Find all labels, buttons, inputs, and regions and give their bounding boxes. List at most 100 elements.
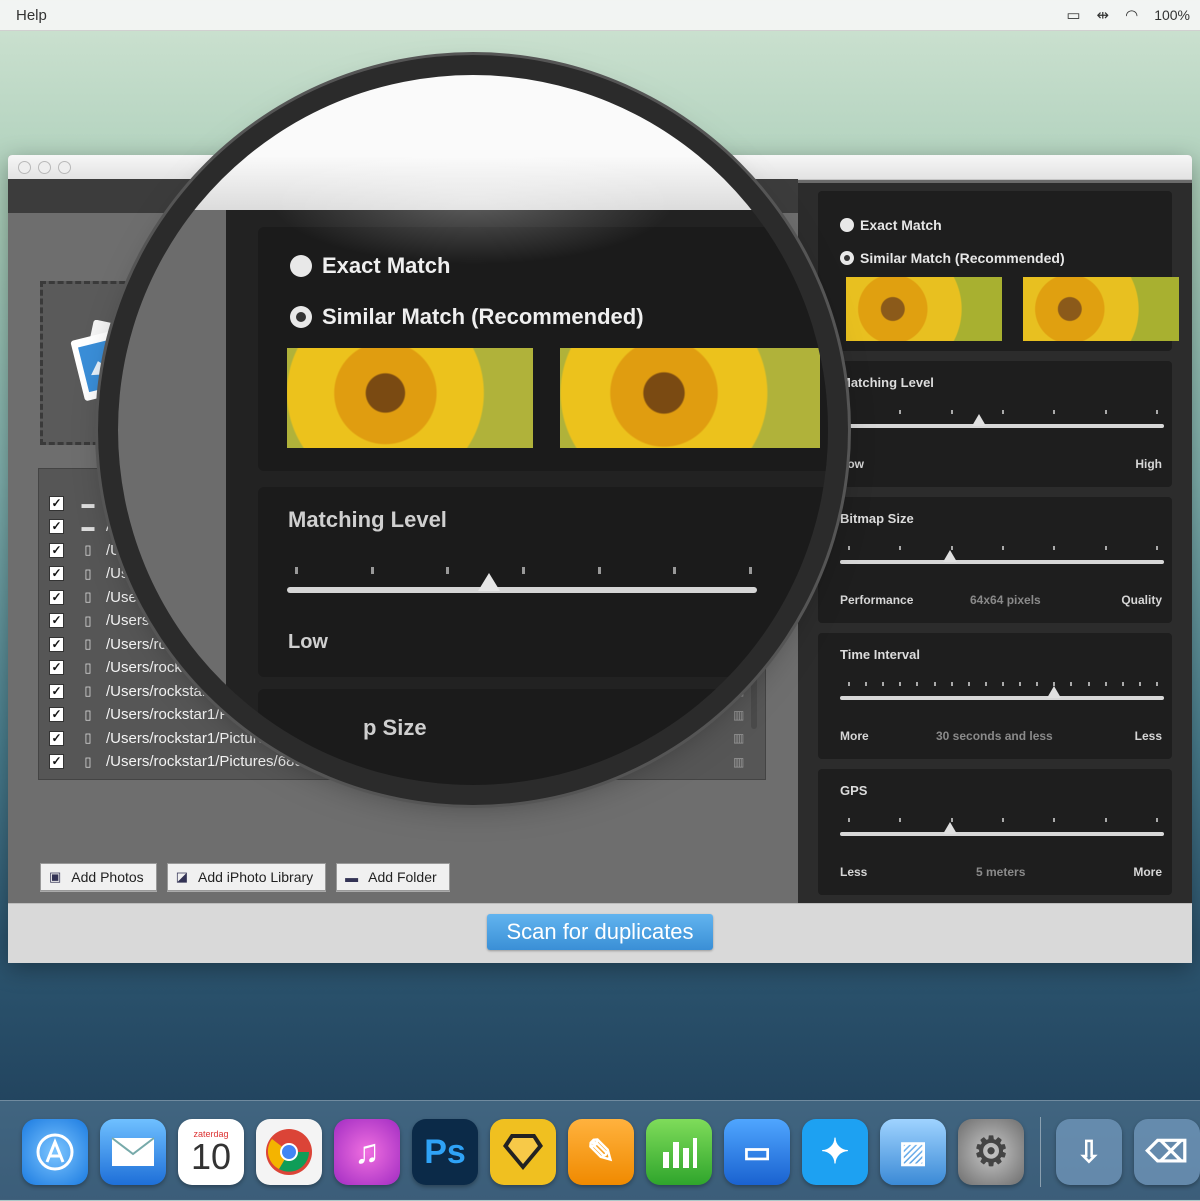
slider-tick bbox=[1053, 410, 1056, 414]
slider-tick bbox=[1053, 546, 1056, 550]
zoom-window-button[interactable] bbox=[58, 161, 71, 174]
row-checkbox[interactable]: ✓ bbox=[49, 495, 64, 511]
trash-icon[interactable]: ⌫ bbox=[1134, 1119, 1200, 1185]
exact-match-label: Exact Match bbox=[860, 217, 942, 233]
dock: zaterdag 10 ♫ Ps ✎ ▭ ✦ ▨ ⚙ ⇩ ⌫ bbox=[0, 1100, 1200, 1201]
file-icon: ▯ bbox=[84, 636, 92, 651]
mail-icon[interactable] bbox=[100, 1119, 166, 1185]
photo-icon: ▣ bbox=[49, 869, 62, 884]
photoshop-icon[interactable]: Ps bbox=[412, 1119, 478, 1185]
row-checkbox[interactable]: ✓ bbox=[49, 613, 64, 628]
wifi-icon[interactable]: ◠ bbox=[1125, 6, 1138, 24]
gps-slider[interactable] bbox=[840, 818, 1164, 836]
slider-knob[interactable] bbox=[1046, 686, 1061, 698]
sketch-icon[interactable] bbox=[490, 1119, 556, 1185]
keynote-icon[interactable]: ▭ bbox=[724, 1119, 790, 1185]
magnified-low-label: Low bbox=[288, 631, 328, 653]
row-checkbox[interactable]: ✓ bbox=[49, 636, 64, 652]
gps-title: GPS bbox=[840, 783, 868, 798]
pages-icon[interactable]: ✎ bbox=[568, 1119, 634, 1185]
row-checkbox[interactable]: ✓ bbox=[49, 707, 64, 722]
twitter-icon[interactable]: ✦ bbox=[802, 1119, 868, 1185]
time-interval-slider[interactable] bbox=[840, 682, 1164, 700]
magnified-similar-match-radio[interactable] bbox=[290, 306, 312, 328]
file-icon: ▯ bbox=[84, 683, 92, 698]
arrows-icon[interactable]: ⇹ bbox=[1097, 6, 1110, 24]
slider-tick bbox=[882, 682, 885, 686]
magnified-similar-match-option[interactable]: Similar Match (Recommended) bbox=[290, 304, 644, 330]
time-interval-title: Time Interval bbox=[840, 647, 920, 662]
add-photos-label: Add Photos bbox=[71, 869, 144, 885]
sample-thumbnail-2 bbox=[1023, 277, 1179, 341]
folder-icon: ▬ bbox=[81, 519, 95, 534]
file-icon: ▯ bbox=[84, 753, 92, 769]
minimize-window-button[interactable] bbox=[38, 161, 51, 174]
slider-tick bbox=[1087, 682, 1090, 686]
app-store-icon[interactable] bbox=[22, 1119, 88, 1185]
itunes-icon[interactable]: ♫ bbox=[334, 1119, 400, 1185]
row-checkbox[interactable]: ✓ bbox=[49, 660, 64, 675]
file-icon: ▯ bbox=[84, 612, 92, 628]
chrome-icon[interactable] bbox=[256, 1119, 322, 1185]
magnified-bitmap-size-title: p Size bbox=[363, 715, 427, 740]
slider-tick bbox=[1138, 682, 1141, 686]
add-folder-button[interactable]: ▬ Add Folder bbox=[336, 863, 450, 891]
photos-duplicate-icon[interactable]: ▨ bbox=[880, 1119, 946, 1185]
row-checkbox[interactable]: ✓ bbox=[49, 589, 64, 605]
slider-tick bbox=[1036, 682, 1039, 686]
system-preferences-icon[interactable]: ⚙ bbox=[958, 1119, 1024, 1185]
scan-for-duplicates-button[interactable]: Scan for duplicates bbox=[487, 914, 713, 950]
slider-knob[interactable] bbox=[478, 573, 501, 591]
magnified-matching-level-slider[interactable] bbox=[287, 567, 757, 593]
add-iphoto-library-button[interactable]: ◪ Add iPhoto Library bbox=[166, 863, 327, 891]
slider-knob[interactable] bbox=[972, 414, 987, 426]
slider-knob[interactable] bbox=[943, 550, 958, 562]
slider-tick bbox=[1070, 682, 1073, 686]
row-checkbox[interactable]: ✓ bbox=[49, 683, 64, 699]
exact-match-option[interactable]: Exact Match bbox=[840, 217, 942, 233]
row-checkbox[interactable]: ✓ bbox=[49, 754, 64, 769]
lens-glare bbox=[268, 155, 678, 265]
gps-card: GPS Less 5 meters More bbox=[818, 769, 1172, 895]
downloads-icon[interactable]: ⇩ bbox=[1056, 1119, 1122, 1185]
bitmap-size-slider[interactable] bbox=[840, 546, 1164, 564]
row-checkbox[interactable]: ✓ bbox=[49, 566, 64, 581]
slider-tick bbox=[1156, 546, 1158, 550]
slider-tick bbox=[1121, 682, 1124, 686]
slider-tick bbox=[899, 410, 902, 414]
magnifier-lens: Exact Match Similar Match (Recommended) … bbox=[118, 75, 828, 785]
bitmap-size-title: Bitmap Size bbox=[840, 511, 914, 526]
slider-tick bbox=[1156, 682, 1158, 686]
magnified-exact-match-radio[interactable] bbox=[290, 255, 312, 277]
numbers-icon[interactable] bbox=[646, 1119, 712, 1185]
magnified-left-pane bbox=[118, 210, 226, 785]
slider-knob[interactable] bbox=[943, 822, 958, 834]
calendar-icon[interactable]: zaterdag 10 bbox=[178, 1119, 244, 1185]
add-folder-label: Add Folder bbox=[368, 869, 437, 885]
time-interval-right-label: Less bbox=[1134, 729, 1162, 743]
matching-level-low-label: Low bbox=[840, 457, 864, 471]
row-checkbox[interactable]: ✓ bbox=[49, 730, 64, 746]
close-window-button[interactable] bbox=[18, 161, 31, 174]
similar-match-radio[interactable] bbox=[840, 251, 854, 265]
menu-help[interactable]: Help bbox=[16, 7, 47, 24]
magnified-thumbnail-2 bbox=[560, 348, 820, 448]
bottom-bar: Scan for duplicates bbox=[8, 903, 1192, 963]
sample-thumbnail-1 bbox=[846, 277, 1002, 341]
status-area: ▭ ⇹ ◠ 100% bbox=[1066, 6, 1190, 24]
bitmap-size-left-label: Performance bbox=[840, 593, 914, 607]
slider-tick bbox=[1002, 818, 1004, 822]
airplay-icon[interactable]: ▭ bbox=[1066, 6, 1080, 24]
matching-level-slider[interactable] bbox=[840, 410, 1164, 428]
add-photos-button[interactable]: ▣ Add Photos bbox=[40, 863, 157, 891]
battery-percent[interactable]: 100% bbox=[1154, 7, 1190, 23]
exact-match-radio[interactable] bbox=[840, 218, 854, 232]
similar-match-option[interactable]: Similar Match (Recommended) bbox=[840, 250, 1065, 266]
menu-bar: Help ▭ ⇹ ◠ 100% bbox=[0, 0, 1200, 31]
slider-tick bbox=[848, 682, 850, 686]
slider-tick bbox=[967, 682, 970, 686]
slider-tick bbox=[1002, 546, 1004, 550]
add-iphoto-library-label: Add iPhoto Library bbox=[197, 869, 314, 885]
row-checkbox[interactable]: ✓ bbox=[49, 542, 64, 558]
row-checkbox[interactable]: ✓ bbox=[49, 519, 64, 534]
